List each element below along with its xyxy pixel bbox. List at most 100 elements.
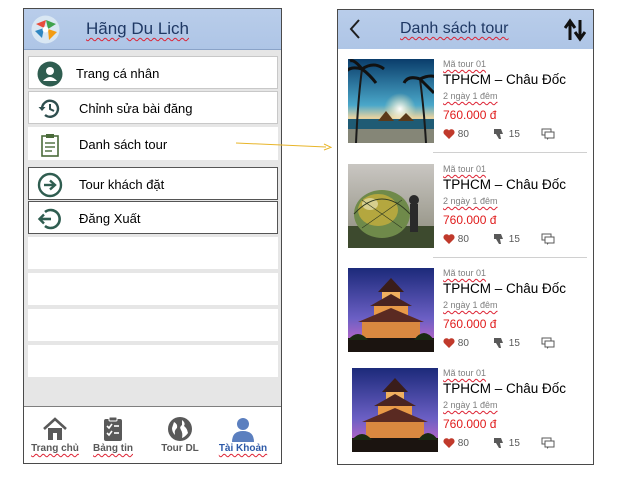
tour-code: Mã tour 01 [443,59,487,69]
nav-label: Tài Khoản [218,443,268,454]
history-icon [38,99,60,118]
thumbs-down-icon [494,234,503,244]
app-header: Hãng Du Lich [24,9,281,50]
dislike-count: 15 [508,338,520,349]
menu-item-edit-posts[interactable]: Chỉnh sửa bài đăng [28,91,278,124]
dislike-button[interactable]: 15 [493,128,520,140]
screen-header: Danh sách tour [338,10,593,49]
thumbs-down-icon [494,438,503,448]
dislike-button[interactable]: 15 [493,233,520,245]
tour-code: Mã tour 01 [443,164,487,174]
menu-item-booked-tours[interactable]: Tour khách đặt [28,167,278,200]
nav-tours[interactable]: Tour DL [149,407,211,464]
menu-item-logout[interactable]: Đăng Xuất [28,201,278,234]
comment-button[interactable] [541,233,556,245]
globe-icon [168,417,192,441]
clipboard-icon [41,134,59,157]
tour-stats: 80 15 [443,233,583,249]
tour-stats: 80 15 [443,128,583,144]
tour-card[interactable]: Mã tour 01 TPHCM – Châu Đốc 2 ngày 1 đêm… [338,362,593,462]
tour-price: 760.000 đ [443,213,497,227]
like-button[interactable]: 80 [443,337,469,349]
sort-icon[interactable] [564,18,586,42]
comment-icon [541,128,555,140]
nav-home[interactable]: Trang chủ [24,407,86,464]
menu-item-profile[interactable]: Trang cá nhân [28,56,278,89]
app-title: Hãng Du Lich [86,19,190,38]
tour-card[interactable]: Mã tour 01 TPHCM – Châu Đốc 2 ngày 1 đêm… [338,158,593,258]
tour-name: TPHCM – Châu Đốc [443,281,567,296]
empty-row [28,237,278,269]
tour-code: Mã tour 01 [443,368,487,378]
tour-duration: 2 ngày 1 đêm [443,300,498,310]
nav-label: Trang chủ [31,443,79,454]
tour-price: 760.000 đ [443,417,497,431]
back-icon[interactable] [348,18,362,40]
bottom-nav: Trang chủ Bảng tin Tour DL Tài Khoản [24,406,281,463]
heart-icon [443,438,455,448]
pagoda-night-image [352,368,438,452]
logout-icon [37,208,61,230]
empty-row [28,273,278,305]
like-count: 80 [457,338,469,349]
checklist-icon [104,416,122,441]
nav-label: Tour DL [161,443,199,454]
home-icon [43,417,67,440]
dislike-count: 15 [508,234,520,245]
dislike-button[interactable]: 15 [493,437,520,449]
tour-stats: 80 15 [443,337,583,353]
divider [433,152,587,153]
tour-name: TPHCM – Châu Đốc [443,177,567,192]
tour-name: TPHCM – Châu Đốc [443,381,567,396]
account-screen: Hãng Du Lich Trang cá nhân Chỉnh sửa bài… [23,8,282,464]
tour-code: Mã tour 01 [443,268,487,278]
dislike-button[interactable]: 15 [493,337,520,349]
tour-card[interactable]: Mã tour 01 TPHCM – Châu Đốc 2 ngày 1 đêm… [338,53,593,153]
heart-icon [443,234,455,244]
tour-price: 760.000 đ [443,108,497,122]
tour-list-screen: Danh sách tour Mã tour 01 TPHCM – Châu Đ… [337,9,594,465]
nav-news[interactable]: Bảng tin [82,407,144,464]
menu-label: Đăng Xuất [79,211,141,226]
user-icon [37,61,63,87]
menu-label: Danh sách tour [79,137,168,152]
menu-label: Chỉnh sửa bài đăng [79,101,193,116]
comment-icon [541,437,555,449]
comment-button[interactable] [541,337,556,349]
comment-icon [541,233,555,245]
beach-sunset-image [348,59,434,143]
glass-dome-image [348,164,434,248]
heart-icon [443,338,455,348]
empty-row [28,345,278,377]
person-icon [232,418,254,442]
dislike-count: 15 [508,129,520,140]
divider [433,257,587,258]
nav-label: Bảng tin [93,443,133,454]
menu-label: Trang cá nhân [76,66,160,81]
tour-price: 760.000 đ [443,317,497,331]
like-count: 80 [457,438,469,449]
tour-duration: 2 ngày 1 đêm [443,400,498,410]
like-button[interactable]: 80 [443,437,469,449]
tour-duration: 2 ngày 1 đêm [443,91,498,101]
dislike-count: 15 [508,438,520,449]
like-button[interactable]: 80 [443,128,469,140]
screen-title: Danh sách tour [400,20,509,37]
nav-account[interactable]: Tài Khoản [212,407,274,464]
tour-stats: 80 15 [443,437,583,453]
heart-icon [443,129,455,139]
comment-button[interactable] [541,437,556,449]
like-count: 80 [457,129,469,140]
tour-name: TPHCM – Châu Đốc [443,72,567,87]
arrow-right-circle-icon [37,172,63,198]
thumbs-down-icon [494,129,503,139]
tour-duration: 2 ngày 1 đêm [443,196,498,206]
empty-row [28,309,278,341]
thumbs-down-icon [494,338,503,348]
pagoda-night-image [348,268,434,352]
like-count: 80 [457,234,469,245]
comment-button[interactable] [541,128,556,140]
menu-label: Tour khách đặt [79,177,165,192]
like-button[interactable]: 80 [443,233,469,245]
tour-card[interactable]: Mã tour 01 TPHCM – Châu Đốc 2 ngày 1 đêm… [338,262,593,362]
